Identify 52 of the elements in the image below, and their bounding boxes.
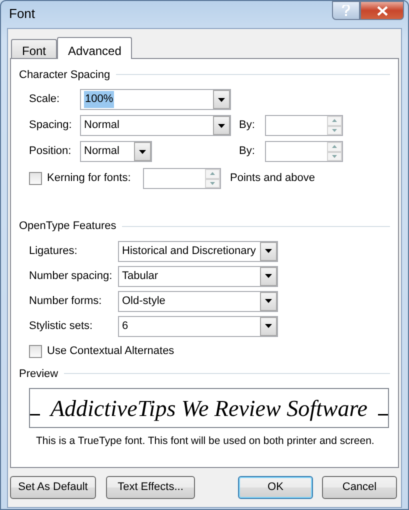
- dialog-button[interactable]: Cancel: [322, 476, 397, 498]
- dropdown-field[interactable]: Old-style: [118, 290, 278, 312]
- dropdown-field[interactable]: Normal: [80, 141, 152, 162]
- baseline-mark: [30, 414, 40, 416]
- spin-field[interactable]: [143, 168, 221, 189]
- field-value: Old-style: [122, 294, 166, 309]
- field-label: Number forms:: [29, 294, 103, 309]
- dialog-button[interactable]: Text Effects...: [106, 476, 195, 498]
- checkbox[interactable]: [29, 172, 42, 185]
- font-info-text: This is a TrueType font. This font will be used on both printer and screen.: [36, 434, 374, 449]
- preview-text: AddictiveTips We Review Software: [50, 396, 368, 420]
- field-value: 100%: [84, 91, 114, 108]
- field-label: By:: [239, 144, 256, 160]
- unit-label: Points and above: [230, 171, 316, 186]
- dropdown-field[interactable]: Normal: [80, 115, 231, 136]
- close-button[interactable]: [360, 1, 404, 20]
- spin-up-icon[interactable]: [327, 116, 342, 126]
- tab[interactable]: Font: [11, 38, 58, 58]
- checkbox[interactable]: [29, 344, 42, 358]
- help-button[interactable]: [332, 1, 360, 20]
- spin-up-icon[interactable]: [205, 169, 220, 178]
- field-label: By:: [239, 118, 256, 134]
- field-label: Spacing:: [29, 118, 73, 134]
- field-label: Scale:: [29, 92, 61, 108]
- close-icon: [376, 6, 388, 16]
- dropdown-field[interactable]: 6: [118, 316, 278, 336]
- help-icon: [342, 5, 350, 16]
- section-title: Preview: [19, 366, 58, 382]
- dialog-button[interactable]: OK: [238, 476, 313, 498]
- spin-field[interactable]: [265, 141, 343, 162]
- tab[interactable]: Advanced: [57, 36, 132, 58]
- spin-field[interactable]: [265, 115, 343, 136]
- dropdown-field[interactable]: 100%: [80, 89, 231, 110]
- field-value: 6: [122, 318, 130, 334]
- field-label: Ligatures:: [29, 244, 78, 259]
- dialog-button[interactable]: Set As Default: [10, 476, 96, 498]
- spin-up-icon[interactable]: [327, 142, 342, 152]
- checkbox-label[interactable]: Use Contextual Alternates: [47, 342, 174, 360]
- window-title: Font: [9, 5, 36, 23]
- checkbox-label[interactable]: Kerning for fonts:: [47, 170, 143, 187]
- field-label: Position:: [29, 144, 72, 160]
- field-value: Historical and Discretionary: [122, 244, 257, 259]
- baseline-mark: [378, 414, 388, 416]
- section-title: OpenType Features: [19, 219, 116, 234]
- field-value: Normal: [84, 118, 120, 134]
- section-title: Character Spacing: [19, 68, 110, 82]
- field-value: Normal: [84, 144, 120, 160]
- field-value: Tabular: [122, 268, 160, 284]
- dropdown-field[interactable]: Historical and Discretionary: [118, 240, 278, 262]
- dropdown-field[interactable]: Tabular: [118, 266, 278, 286]
- field-label: Number spacing:: [29, 268, 114, 284]
- field-label: Stylistic sets:: [29, 318, 94, 334]
